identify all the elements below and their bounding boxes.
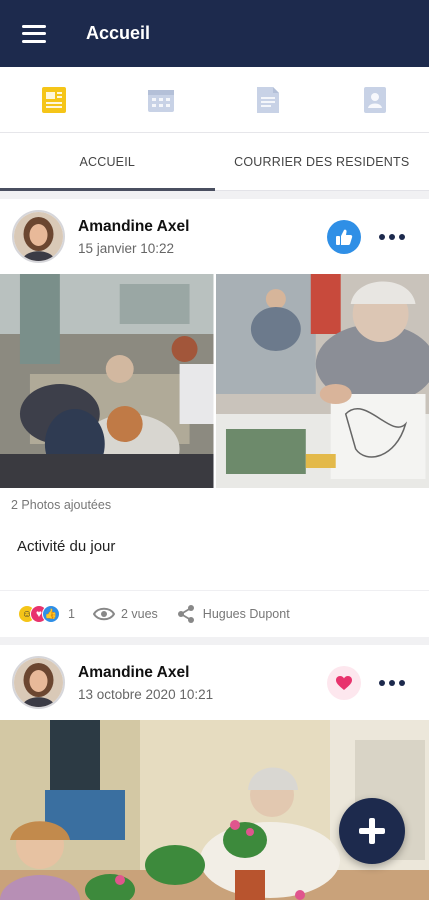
section-icon-bar (0, 67, 429, 133)
post-header: Amandine Axel 15 janvier 10:22 (0, 199, 429, 274)
post-text: Activité du jour (0, 516, 429, 591)
more-options-button[interactable] (377, 222, 407, 252)
share-info[interactable]: Hugues Dupont (176, 604, 290, 624)
page-title: Accueil (86, 23, 151, 43)
avatar[interactable] (12, 210, 65, 263)
post-header: Amandine Axel 13 octobre 2020 10:21 (0, 645, 429, 720)
share-icon (177, 605, 194, 623)
tab-accueil[interactable]: ACCUEIL (0, 133, 215, 191)
avatar[interactable] (12, 656, 65, 709)
plus-icon (359, 818, 385, 844)
heart-icon[interactable] (327, 665, 361, 700)
tab-courrier-des-residents[interactable]: COURRIER DES RESIDENTS (215, 133, 429, 190)
post-date: 15 janvier 10:22 (78, 240, 175, 256)
post-meta: Amandine Axel 15 janvier 10:22 (78, 218, 189, 256)
more-options-button[interactable] (377, 668, 407, 698)
app-bar: Accueil (0, 0, 429, 67)
eye-icon (92, 607, 115, 621)
reactions-summary[interactable]: ☺ ♥ 👍 (18, 605, 60, 623)
reactions-count: 1 (68, 607, 75, 621)
views-info: 2 vues (92, 607, 158, 621)
shared-with-name: Hugues Dupont (202, 607, 290, 621)
documents-icon[interactable] (246, 78, 290, 122)
post-photo[interactable] (0, 274, 214, 488)
photos-added-count: 2 Photos ajoutées (11, 498, 112, 512)
add-post-button[interactable] (339, 798, 405, 864)
post-meta: Amandine Axel 13 octobre 2020 10:21 (78, 664, 213, 702)
tab-bar: ACCUEIL COURRIER DES RESIDENTS (0, 133, 429, 191)
author-name[interactable]: Amandine Axel (78, 664, 213, 682)
post-card: Amandine Axel 15 janvier 10:22 2 Photos … (0, 199, 429, 637)
app-screen: Accueil ACCUEIL COURRIER DES RESIDENTS A… (0, 0, 429, 900)
post-date: 13 octobre 2020 10:21 (78, 686, 214, 702)
thumbs-up-reaction-icon: 👍 (42, 605, 60, 623)
post-photos (0, 274, 429, 488)
thumbs-up-icon[interactable] (327, 219, 361, 254)
contacts-icon[interactable] (353, 78, 397, 122)
post-photo[interactable] (215, 274, 429, 488)
views-count: 2 vues (120, 607, 158, 621)
news-feed-icon[interactable] (32, 78, 76, 122)
post-stats: ☺ ♥ 👍 1 2 vues Hugues Dupont (0, 591, 429, 637)
calendar-icon[interactable] (139, 78, 183, 122)
author-name[interactable]: Amandine Axel (78, 218, 189, 236)
hamburger-menu-icon[interactable] (22, 24, 46, 43)
